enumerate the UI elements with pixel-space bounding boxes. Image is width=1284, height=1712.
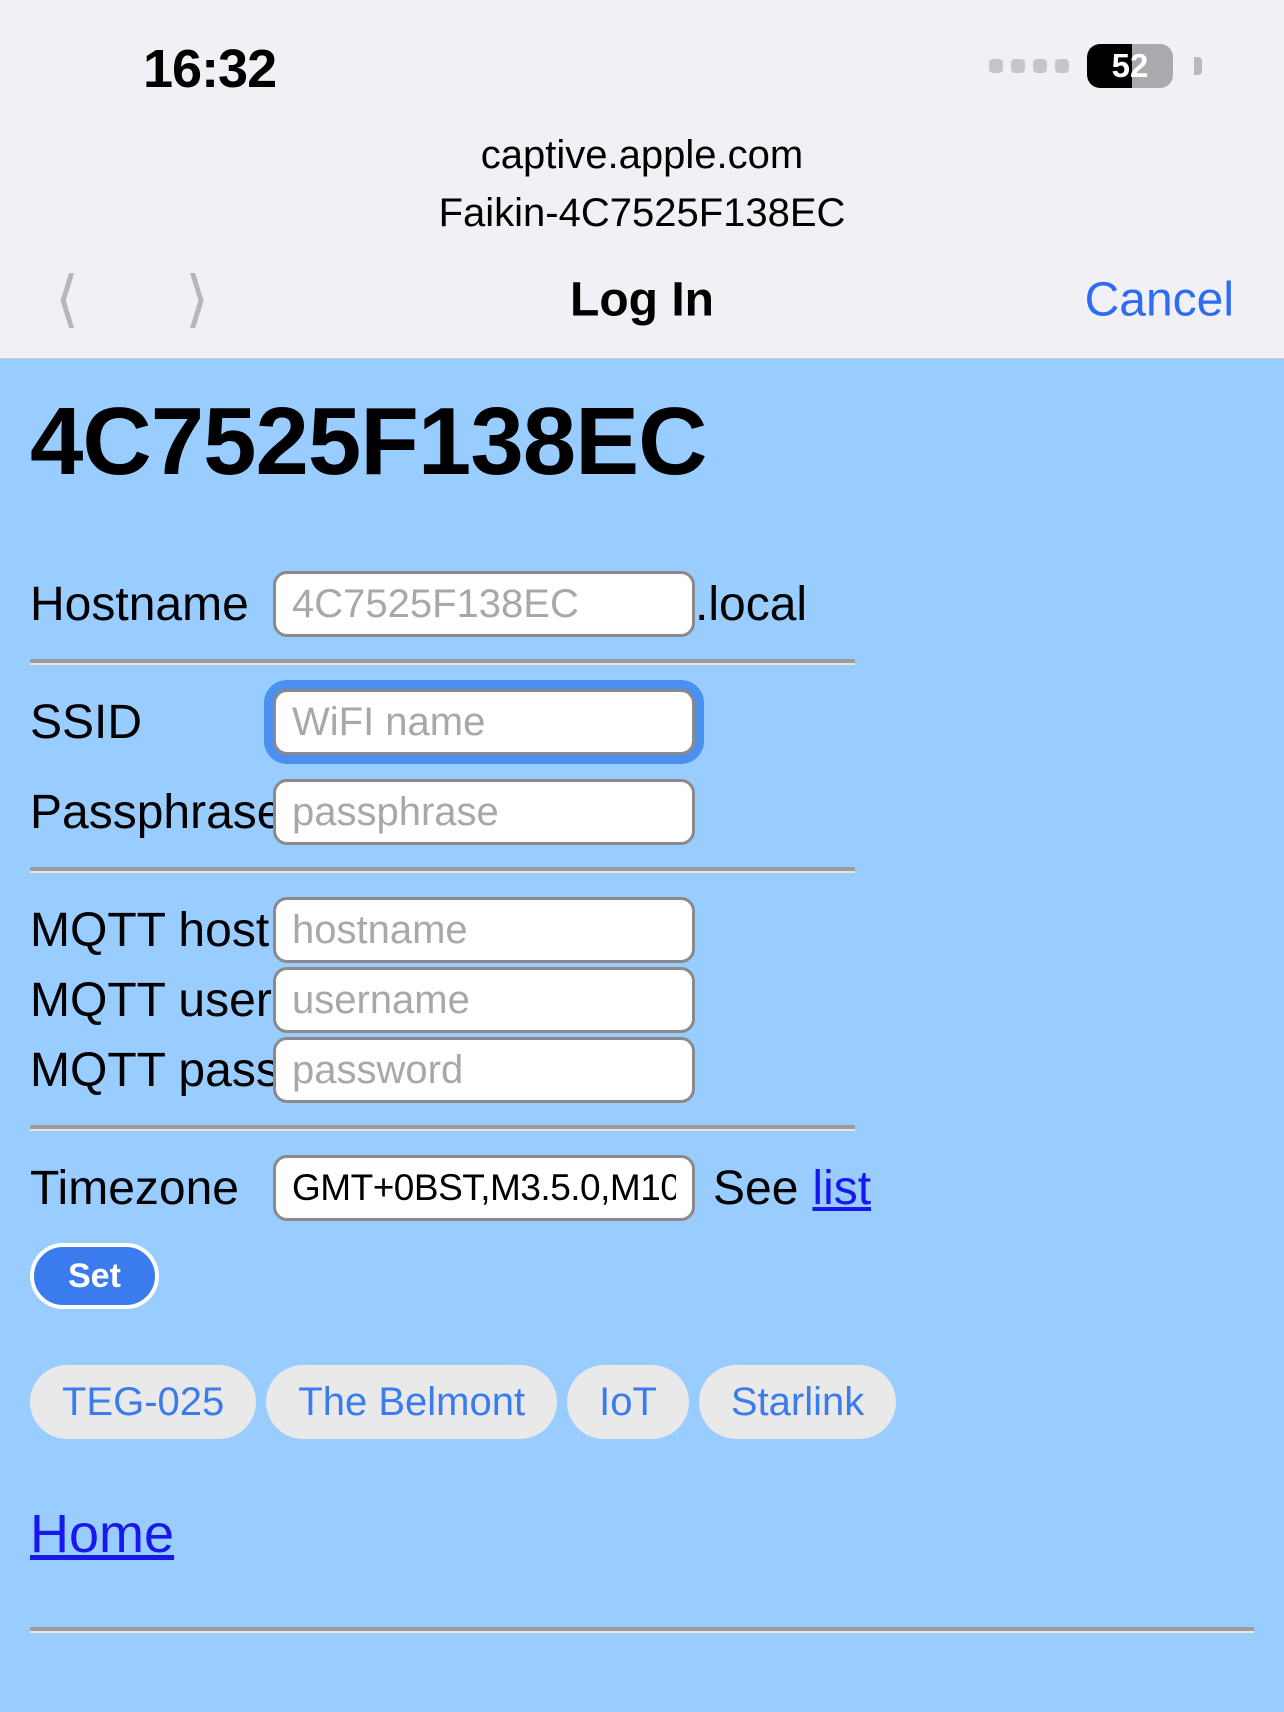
ssid-label: SSID [30, 695, 143, 749]
captive-portal-header: captive.apple.com Faikin-4C7525F138EC [0, 120, 1284, 242]
portal-network-name: Faikin-4C7525F138EC [438, 191, 846, 235]
status-bar-clock: 16:32 [143, 39, 277, 99]
mqtt-user-input[interactable] [273, 967, 695, 1034]
mqtt-host-input[interactable] [273, 897, 695, 964]
mqtt-user-row: MQTT user [30, 967, 1254, 1034]
hostname-label: Hostname [30, 577, 249, 631]
ios-status-bar: 16:32 52 [0, 0, 1284, 120]
mqtt-host-label: MQTT host [30, 903, 270, 957]
device-title: 4C7525F138EC [30, 388, 707, 495]
mqtt-pass-input[interactable] [273, 1037, 695, 1104]
mqtt-pass-row: MQTT pass [30, 1037, 1254, 1104]
timezone-row: Timezone See list [30, 1155, 1254, 1222]
list-item[interactable]: Starlink [698, 1365, 897, 1440]
status-bar-indicators: 52 [989, 44, 1202, 88]
navigation-bar: ⟨ ⟩ Log In Cancel [0, 242, 1284, 359]
hostname-suffix: .local [695, 577, 808, 631]
battery-cap-icon [1194, 57, 1202, 75]
ssid-input[interactable] [273, 689, 695, 756]
list-item[interactable]: TEG-025 [30, 1365, 257, 1440]
hostname-row: Hostname .local [30, 571, 1254, 638]
timezone-input[interactable] [273, 1155, 695, 1222]
divider-1 [30, 659, 855, 666]
portal-url: captive.apple.com [480, 133, 804, 177]
list-item[interactable]: The Belmont [266, 1365, 558, 1440]
set-button[interactable]: Set [30, 1243, 159, 1310]
passphrase-input[interactable] [273, 779, 695, 846]
mqtt-pass-label: MQTT pass [30, 1043, 280, 1097]
passphrase-row: Passphrase [30, 779, 1254, 846]
battery-percent-label: 52 [1111, 47, 1149, 84]
timezone-label: Timezone [30, 1161, 239, 1215]
divider-2 [30, 867, 855, 874]
portal-page-body: 4C7525F138EC Hostname .local SSID Passph… [0, 359, 1284, 1695]
timezone-list-link[interactable]: list [812, 1161, 871, 1216]
ssid-row: SSID [30, 689, 1254, 756]
mqtt-host-row: MQTT host [30, 897, 1254, 964]
passphrase-label: Passphrase [30, 785, 284, 839]
mqtt-user-label: MQTT user [30, 973, 272, 1027]
home-link[interactable]: Home [30, 1503, 174, 1565]
list-item[interactable]: IoT [567, 1365, 689, 1440]
divider-bottom [30, 1627, 1254, 1634]
hostname-input[interactable] [273, 571, 695, 638]
ssid-suggestion-list: TEG-025 The Belmont IoT Starlink [30, 1365, 1254, 1440]
cancel-button[interactable]: Cancel [1085, 273, 1234, 328]
divider-3 [30, 1125, 855, 1132]
signal-dots-icon [989, 59, 1069, 73]
timezone-help: See list [713, 1161, 871, 1216]
battery-icon: 52 [1087, 44, 1173, 88]
see-label: See [713, 1161, 799, 1215]
